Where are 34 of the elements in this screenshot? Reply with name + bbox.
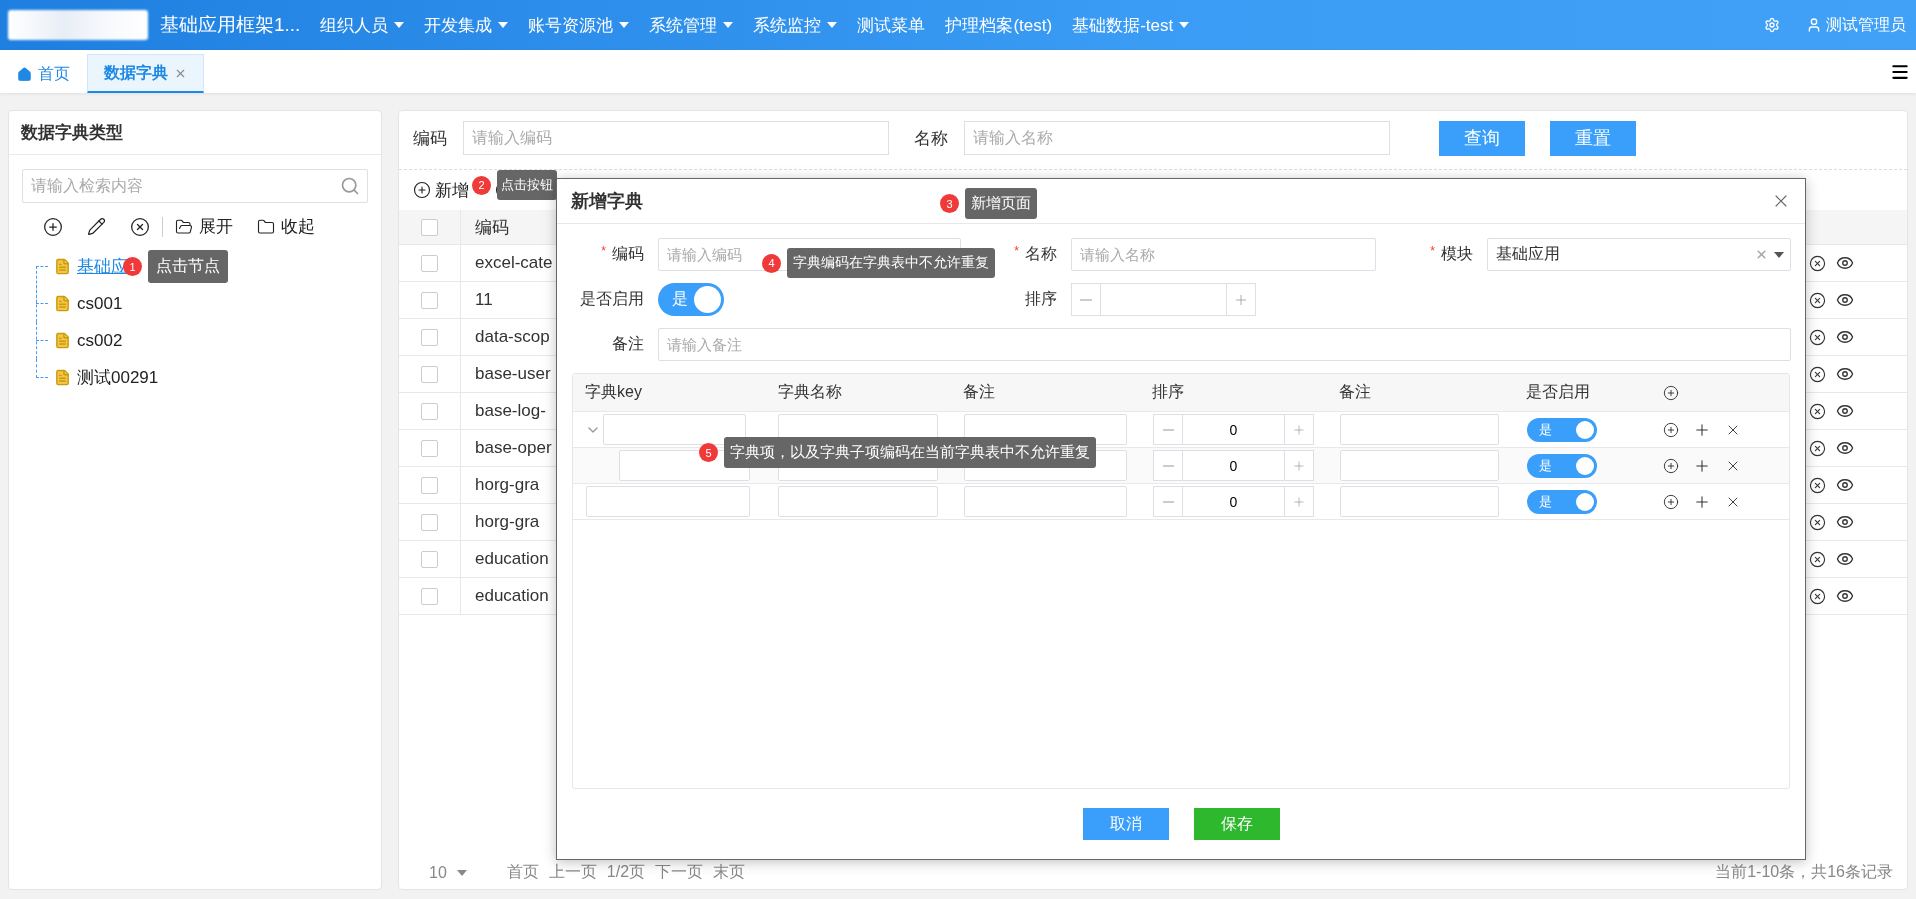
column-header: 编码 — [475, 216, 510, 239]
column-header: 字典key — [584, 382, 643, 402]
column-header: 是否启用 — [1525, 382, 1591, 402]
tooltip: 新增页面 — [965, 188, 1037, 219]
column-header: 备注 — [962, 382, 996, 402]
form-label: 备注 — [612, 334, 644, 354]
table-cell-text: education — [475, 586, 550, 606]
page-summary: 当前1-10条，共16条记录 — [1715, 862, 1893, 882]
tooltip: 点击节点 — [148, 250, 228, 283]
dialog-title: 新增字典 — [571, 190, 643, 213]
column-header: 排序 — [1151, 382, 1185, 402]
table-cell-text: 11 — [475, 290, 494, 310]
field-label: 名称 — [914, 127, 948, 150]
form-label: 是否启用 — [580, 289, 644, 309]
table-cell-text: base-oper — [475, 438, 553, 458]
tooltip: 字典编码在字典表中不允许重复 — [787, 248, 995, 278]
panel-title: 数据字典类型 — [9, 111, 381, 155]
form-label: * 编码 — [601, 244, 644, 264]
table-cell-text: horg-gra — [475, 512, 541, 532]
column-header: 字典名称 — [777, 382, 843, 402]
form-label: 排序 — [1025, 289, 1057, 309]
tooltip: 点击按钮 — [497, 170, 557, 200]
form-label: * 模块 — [1430, 244, 1473, 264]
table-cell-text: data-scop — [475, 327, 551, 347]
table-cell-text: base-user — [475, 364, 552, 384]
tooltip: 字典项，以及字典子项编码在当前字典表中不允许重复 — [724, 437, 1096, 468]
table-cell-text: excel-cate — [475, 253, 554, 273]
field-label: 编码 — [413, 127, 447, 150]
table-cell-text: base-log- — [475, 401, 547, 421]
form-label: * 名称 — [1014, 244, 1057, 264]
column-header: 备注 — [1338, 382, 1372, 402]
table-cell-text: education — [475, 549, 550, 569]
table-cell-text: horg-gra — [475, 475, 541, 495]
app-title: 基础应用框架1... — [160, 13, 301, 37]
